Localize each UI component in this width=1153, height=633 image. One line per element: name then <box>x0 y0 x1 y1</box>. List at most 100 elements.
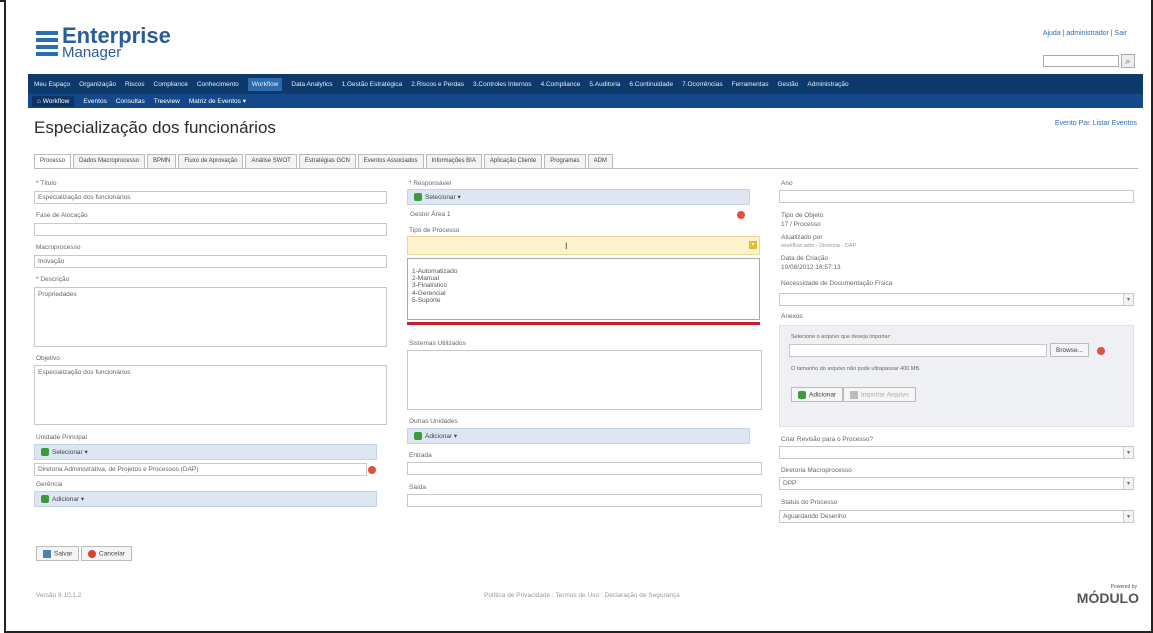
main-nav-item[interactable]: Conhecimento <box>197 81 239 88</box>
status-label: Status do Processo <box>781 499 838 506</box>
main-nav-item[interactable]: Workflow <box>247 77 283 91</box>
dropdown-option[interactable]: 3-Finalístico <box>412 282 755 289</box>
criar-select[interactable]: ▾ <box>779 446 1134 459</box>
sub-nav-item[interactable]: Eventos <box>83 98 107 105</box>
titulo-field[interactable]: Especialização dos funcionários <box>34 191 387 204</box>
chevron-down-icon: ▾ <box>1123 511 1133 522</box>
main-nav-item[interactable]: 7.Ocorrências <box>682 81 722 88</box>
tipo-label: Tipo de Processo <box>409 227 460 234</box>
parent-event-link[interactable]: Evento Pai: Listar Eventos <box>1055 120 1137 127</box>
chevron-down-icon: ▾ <box>1123 294 1133 305</box>
main-nav-item[interactable]: 5.Auditoria <box>589 81 620 88</box>
sub-nav-item[interactable]: Treeview <box>154 98 180 105</box>
brand-logo: Powered by MÓDULO <box>1076 584 1139 606</box>
text-cursor-icon: I <box>565 241 568 251</box>
tab-divider <box>34 168 1138 169</box>
tab-item[interactable]: Aplicação Cliente <box>483 154 543 168</box>
tab-item[interactable]: Programas <box>544 154 586 168</box>
cancelar-button[interactable]: Cancelar <box>81 546 133 561</box>
main-nav-item[interactable]: Riscos <box>125 81 145 88</box>
diretoria-select[interactable]: DPP ▾ <box>779 477 1134 490</box>
tab-item[interactable]: ADM <box>587 154 613 168</box>
remove-icon[interactable] <box>1097 347 1105 355</box>
tab-item[interactable]: Estratégias GCN <box>298 154 356 168</box>
objetivo-textarea[interactable]: Especialização dos funcionários <box>34 365 387 425</box>
main-nav-item[interactable]: 6.Continuidade <box>629 81 673 88</box>
tab-item[interactable]: BPMN <box>147 154 177 168</box>
data-value: 10/08/2012 16:57:13 <box>781 264 841 271</box>
remove-icon[interactable] <box>737 211 745 219</box>
tab-item[interactable]: Fluxo de Aprovação <box>178 154 244 168</box>
dropdown-arrow-icon[interactable]: ▾ <box>749 241 757 249</box>
saida-field[interactable] <box>407 494 762 507</box>
main-nav-item[interactable]: Gestão <box>777 81 798 88</box>
browse-button[interactable]: Browse... <box>1050 343 1090 357</box>
main-nav-item[interactable]: Organização <box>79 81 116 88</box>
fase-label: Fase de Alocação <box>36 212 88 219</box>
search-icon[interactable]: ⌕ <box>1121 54 1135 68</box>
tab-item[interactable]: Informações BIA <box>425 154 482 168</box>
cancel-icon <box>88 550 96 558</box>
ano-field[interactable] <box>779 190 1134 203</box>
responsavel-value: Gestor Área 1 <box>410 211 451 218</box>
descricao-textarea[interactable]: Propriedades <box>34 287 387 347</box>
entrada-label: Entrada <box>409 452 432 459</box>
app-logo[interactable]: Enterprise Manager <box>36 25 171 61</box>
file-path-input[interactable] <box>789 344 1047 357</box>
tab-bar: Processo Dados Macroprocesso BPMN Fluxo de … <box>34 154 613 169</box>
importar-button[interactable]: Importar Arquivo <box>843 387 916 402</box>
tab-item[interactable]: Análise SWOT <box>245 154 297 168</box>
macro-field[interactable]: Inovação <box>34 255 387 268</box>
sub-nav-item[interactable]: Consultas <box>116 98 145 105</box>
remove-icon[interactable] <box>368 466 376 474</box>
footer-links[interactable]: Política de Privacidade : Termos de Uso … <box>484 592 680 599</box>
main-nav-item[interactable]: Data Analytics <box>291 81 332 88</box>
status-select[interactable]: Aguardando Desenho ▾ <box>779 510 1134 523</box>
diretoria-label: Diretoria Macroprocesso <box>781 467 852 474</box>
dropdown-option[interactable]: 2-Manual <box>412 275 755 282</box>
objetivo-label: Objetivo <box>36 355 60 362</box>
sistemas-textarea[interactable] <box>407 350 762 410</box>
unidade-select-button[interactable]: Selecionar ▾ <box>34 444 377 460</box>
responsavel-select-button[interactable]: Selecionar ▾ <box>407 189 750 205</box>
tab-item[interactable]: Dados Macroprocesso <box>73 154 146 168</box>
dropdown-option[interactable]: 5-Suporte <box>412 297 755 304</box>
version-text: Versão 9.10.1.2 <box>36 592 82 599</box>
main-nav-item[interactable]: Compliance <box>154 81 188 88</box>
outras-label: Outras Unidades <box>409 418 458 425</box>
main-nav-item[interactable]: Meu Espaço <box>34 81 70 88</box>
logo-line2: Manager <box>62 44 122 61</box>
adicionar-button[interactable]: Adicionar <box>791 387 844 402</box>
tab-item[interactable]: Eventos Associados <box>357 154 424 168</box>
tab-item[interactable]: Processo <box>34 154 72 169</box>
tipo-select[interactable] <box>407 236 760 255</box>
add-icon <box>798 391 806 399</box>
main-nav-item[interactable]: 2.Riscos e Perdas <box>411 81 464 88</box>
tipo-objeto-value: 17 / Processo <box>781 221 821 228</box>
chevron-down-icon: ▾ <box>1123 447 1133 458</box>
user-icon <box>414 432 422 441</box>
fase-field[interactable] <box>34 223 387 236</box>
sub-nav-home[interactable]: ⌂ Workflow <box>32 95 75 107</box>
top-links[interactable]: Ajuda | administrador | Sair <box>1043 30 1127 37</box>
anexos-size-note: O tamanho do arquivo não pode ultrapassa… <box>791 366 921 372</box>
main-nav-item[interactable]: 3.Controles Internos <box>473 81 532 88</box>
entrada-field[interactable] <box>407 462 762 475</box>
dropdown-option[interactable]: 4-Gerencial <box>412 290 755 297</box>
titulo-label: * Título <box>36 180 57 187</box>
gerencia-add-button[interactable]: Adicionar ▾ <box>34 491 377 507</box>
main-nav-item[interactable]: 1.Gestão Estratégica <box>342 81 403 88</box>
outras-add-button[interactable]: Adicionar ▾ <box>407 428 750 444</box>
necessidade-select[interactable]: ▾ <box>779 293 1134 306</box>
sub-nav-item[interactable]: Matriz de Eventos ▾ <box>189 97 246 105</box>
main-nav-item[interactable]: Administração <box>807 81 848 88</box>
global-search-input[interactable] <box>1043 55 1119 67</box>
descricao-label: * Descrição <box>36 276 70 283</box>
main-nav-item[interactable]: Ferramentas <box>732 81 769 88</box>
main-nav-item[interactable]: 4.Compliance <box>541 81 581 88</box>
salvar-button[interactable]: Salvar <box>36 546 80 561</box>
dropdown-option[interactable]: 1-Automatizado <box>412 268 755 275</box>
ano-label: Ano <box>781 180 793 187</box>
data-label: Data de Criação <box>781 255 828 262</box>
highlight-bar <box>407 322 760 325</box>
